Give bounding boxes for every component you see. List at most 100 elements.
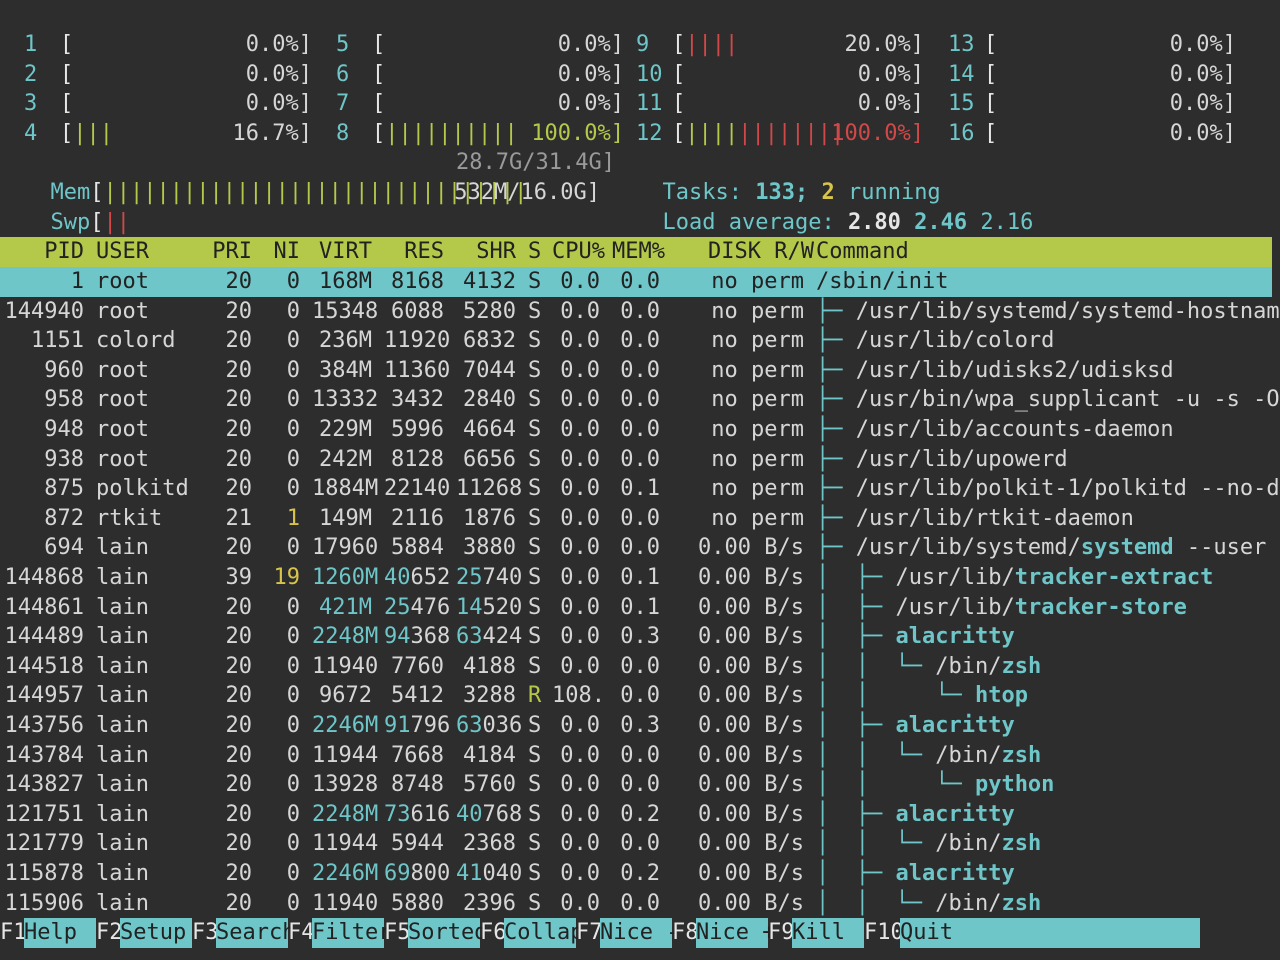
cell-pri: 20 — [225, 446, 253, 472]
cell-res: 94368 — [384, 624, 451, 650]
fkey-label[interactable]: Sorted — [408, 918, 487, 948]
cpu-percent: 16.7%] — [232, 120, 312, 146]
cell-virt: 11944 — [312, 742, 379, 768]
col-ni[interactable]: NI — [264, 237, 301, 267]
table-row[interactable]: 144868 lain 39 19 1260M 40652 25740 S 0.0 0.1 0.00… — [0, 563, 1272, 593]
cell-command: │ │ └─ /bin/zsh — [816, 741, 1041, 771]
cell-command: │ ├─ alacritty — [816, 711, 1015, 741]
col-disk[interactable]: DISK R/W — [708, 237, 814, 267]
cell-s: S — [528, 535, 542, 561]
cell-disk: 0.00 B/s — [698, 772, 804, 798]
cell-command: ├─ /usr/lib/upowerd — [816, 445, 1068, 475]
cell-cpu: 0.0 — [560, 861, 600, 886]
cell-res: 40652 — [384, 565, 451, 590]
table-row[interactable]: 948 root 20 0 229M 5996 4664 S 0.0 0.0 no perm ├─ /… — [0, 415, 1272, 445]
table-row[interactable]: 144518 lain 20 0 11940 7760 4188 S 0.0 0.0 0.00 B/… — [0, 652, 1272, 682]
table-row[interactable]: 144489 lain 20 0 2248M 94368 63424 S 0.0 0.3 0.00 … — [0, 622, 1272, 652]
cell-pid: 144957 — [4, 683, 84, 709]
swp-bars: || — [103, 210, 131, 235]
cell-ni: 0 — [286, 831, 300, 857]
table-row[interactable]: 872 rtkit 21 1 149M 2116 1876 S 0.0 0.0 no perm ├─ … — [0, 504, 1272, 534]
col-cpu[interactable]: CPU% — [552, 237, 605, 267]
cell-virt: 168M — [319, 269, 372, 294]
cell-mem: 0.2 — [620, 801, 660, 827]
col-state[interactable]: S — [528, 237, 541, 267]
cell-res: 2116 — [391, 505, 444, 531]
fkey-label[interactable]: Search — [216, 918, 295, 948]
table-row[interactable]: 144940 root 20 0 15348 6088 5280 S 0.0 0.0 no perm… — [0, 297, 1280, 327]
table-row[interactable]: 694 lain 20 0 17960 5884 3880 S 0.0 0.0 0.00 B/s ├─… — [0, 533, 1272, 563]
table-row[interactable]: 144957 lain 20 0 9672 5412 3288 R 108. 0.0 0.00 B/… — [0, 681, 1272, 711]
command-binary: alacritty — [895, 801, 1015, 827]
col-pid[interactable]: PID — [0, 237, 84, 267]
cell-pri: 20 — [225, 387, 253, 413]
cell-virt: 1884M — [312, 476, 379, 502]
table-row[interactable]: 143784 lain 20 0 11944 7668 4184 S 0.0 0.0 0.00 B/… — [0, 741, 1272, 771]
cell-disk: 0.00 B/s — [698, 535, 804, 561]
cell-virt: 17960 — [312, 535, 379, 561]
command-path: /sbin/init — [816, 269, 949, 294]
cell-pri: 20 — [225, 801, 253, 827]
fkey-label[interactable]: Kill — [792, 918, 864, 948]
fkey-label[interactable]: Filter — [312, 918, 391, 948]
cell-user: root — [96, 387, 149, 413]
table-row[interactable]: 958 root 20 0 13332 3432 2840 S 0.0 0.0 no perm ├─ … — [0, 385, 1279, 415]
cell-virt: 242M — [319, 446, 372, 472]
cell-disk: 0.00 B/s — [698, 890, 804, 916]
table-row[interactable]: 144861 lain 20 0 421M 25476 14520 S 0.0 0.1 0.00 B… — [0, 593, 1272, 623]
cell-res: 69800 — [384, 861, 451, 886]
fkey-label[interactable]: Nice - — [600, 918, 679, 948]
cell-pid: 121779 — [4, 831, 84, 857]
col-res[interactable]: RES — [384, 237, 444, 267]
tree-branch: ├─ — [816, 328, 856, 354]
cell-virt: 149M — [319, 505, 372, 531]
fkey-label[interactable]: Nice + — [696, 918, 775, 948]
fkey-label[interactable]: Help — [24, 918, 96, 948]
table-row[interactable]: 121779 lain 20 0 11944 5944 2368 S 0.0 0.0 0.00 B/… — [0, 829, 1272, 859]
table-row[interactable]: 115906 lain 20 0 11940 5880 2396 S 0.0 0.0 0.00 B/… — [0, 889, 1272, 919]
col-user[interactable]: USER — [96, 237, 149, 267]
cpu-meter: 2[0.0%] — [24, 60, 312, 90]
cell-shr: 6832 — [463, 328, 516, 354]
table-row[interactable]: 1151 colord 20 0 236M 11920 6832 S 0.0 0.0 no perm… — [0, 326, 1272, 356]
cell-virt: 15348 — [312, 298, 379, 324]
col-shr[interactable]: SHR — [456, 237, 516, 267]
cell-command: ├─ /usr/lib/udisks2/udisksd — [816, 356, 1174, 386]
load-1: 2.80 — [847, 210, 901, 235]
tree-branch: │ │ └─ — [816, 890, 936, 916]
cell-mem: 0.0 — [620, 831, 660, 857]
cell-cpu: 0.0 — [560, 624, 600, 650]
cpu-meter: 7[0.0%] — [336, 89, 624, 119]
command-path: /bin/ — [935, 831, 1002, 857]
table-row[interactable]: 115878 lain 20 0 2246M 69800 41040 S 0.0 0.2 0.00 … — [0, 859, 1272, 889]
table-row[interactable]: 121751 lain 20 0 2248M 73616 40768 S 0.0 0.2 0.00 … — [0, 800, 1272, 830]
table-row[interactable]: 960 root 20 0 384M 11360 7044 S 0.0 0.0 no perm ├─ … — [0, 356, 1272, 386]
swp-value: 532M/16.0G] — [454, 180, 600, 205]
table-row-selected[interactable]: 1 root 20 0 168M 8168 4132 S 0.0 0.0 no perm/sbin/… — [0, 267, 1272, 297]
cell-disk: 0.00 B/s — [698, 653, 804, 679]
cell-res: 7668 — [391, 742, 444, 768]
fkey-label[interactable]: Setup — [120, 918, 192, 948]
fkey-label[interactable]: Quit — [900, 918, 1200, 948]
cell-shr: 6656 — [463, 446, 516, 472]
table-row[interactable]: 938 root 20 0 242M 8128 6656 S 0.0 0.0 no perm ├─ /… — [0, 445, 1272, 475]
col-mem[interactable]: MEM% — [612, 237, 665, 267]
table-row[interactable]: 143827 lain 20 0 13928 8748 5760 S 0.0 0.0 0.00 B/… — [0, 770, 1272, 800]
table-row[interactable]: 143756 lain 20 0 2246M 91796 63036 S 0.0 0.3 0.00 … — [0, 711, 1272, 741]
col-pri[interactable]: PRI — [200, 237, 252, 267]
cell-pid: 875 — [44, 476, 84, 502]
cell-cpu: 0.0 — [560, 357, 600, 383]
cell-pid: 115906 — [4, 890, 84, 916]
col-command[interactable]: Command — [816, 237, 909, 267]
command-binary: tracker-store — [1014, 594, 1187, 620]
cell-s: S — [528, 505, 542, 531]
cell-mem: 0.0 — [620, 357, 660, 383]
col-virt[interactable]: VIRT — [312, 237, 372, 267]
cell-disk: no perm — [711, 476, 804, 502]
cell-pid: 143784 — [4, 742, 84, 768]
fkey-label[interactable]: Collap — [504, 918, 583, 948]
cell-cpu: 108. — [552, 683, 605, 709]
cell-user: lain — [96, 565, 149, 590]
table-row[interactable]: 875 polkitd 20 0 1884M 22140 11268 S 0.0 0.1 no pe… — [0, 474, 1280, 504]
cell-disk: no perm — [711, 505, 804, 531]
